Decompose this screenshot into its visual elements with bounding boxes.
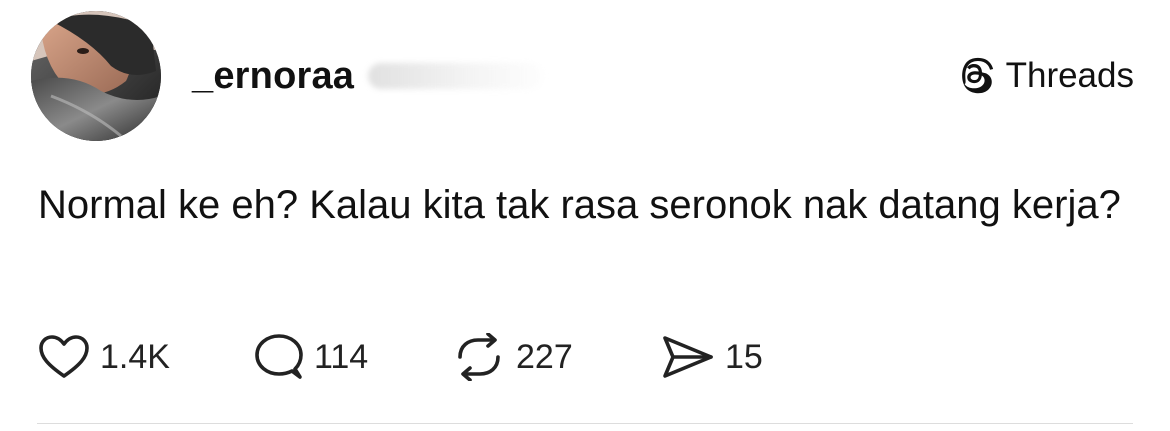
share-button[interactable]: 15 xyxy=(661,334,763,380)
repost-icon xyxy=(458,333,500,381)
like-count: 1.4K xyxy=(100,337,170,376)
share-count: 15 xyxy=(725,337,763,376)
divider xyxy=(37,423,1133,424)
repost-button[interactable]: 227 xyxy=(452,333,661,381)
avatar[interactable] xyxy=(31,11,161,141)
threads-badge: Threads xyxy=(960,54,1134,98)
threads-label: Threads xyxy=(1005,56,1134,95)
like-button[interactable]: 1.4K xyxy=(38,334,254,380)
profile-photo xyxy=(31,11,161,141)
post-text: Normal ke eh? Kalau kita tak rasa serono… xyxy=(38,183,1121,227)
reply-count: 114 xyxy=(314,337,369,376)
heart-icon xyxy=(39,335,89,378)
speech-bubble-icon xyxy=(255,334,303,379)
username[interactable]: _ernoraa xyxy=(192,55,354,98)
blurred-handle xyxy=(368,63,544,89)
repost-count: 227 xyxy=(516,337,573,376)
author-row: _ernoraa xyxy=(192,54,544,98)
threads-logo-icon xyxy=(961,57,993,94)
action-bar: 1.4K 114 227 15 xyxy=(38,332,763,382)
send-icon xyxy=(663,336,713,378)
reply-button[interactable]: 114 xyxy=(254,333,452,381)
